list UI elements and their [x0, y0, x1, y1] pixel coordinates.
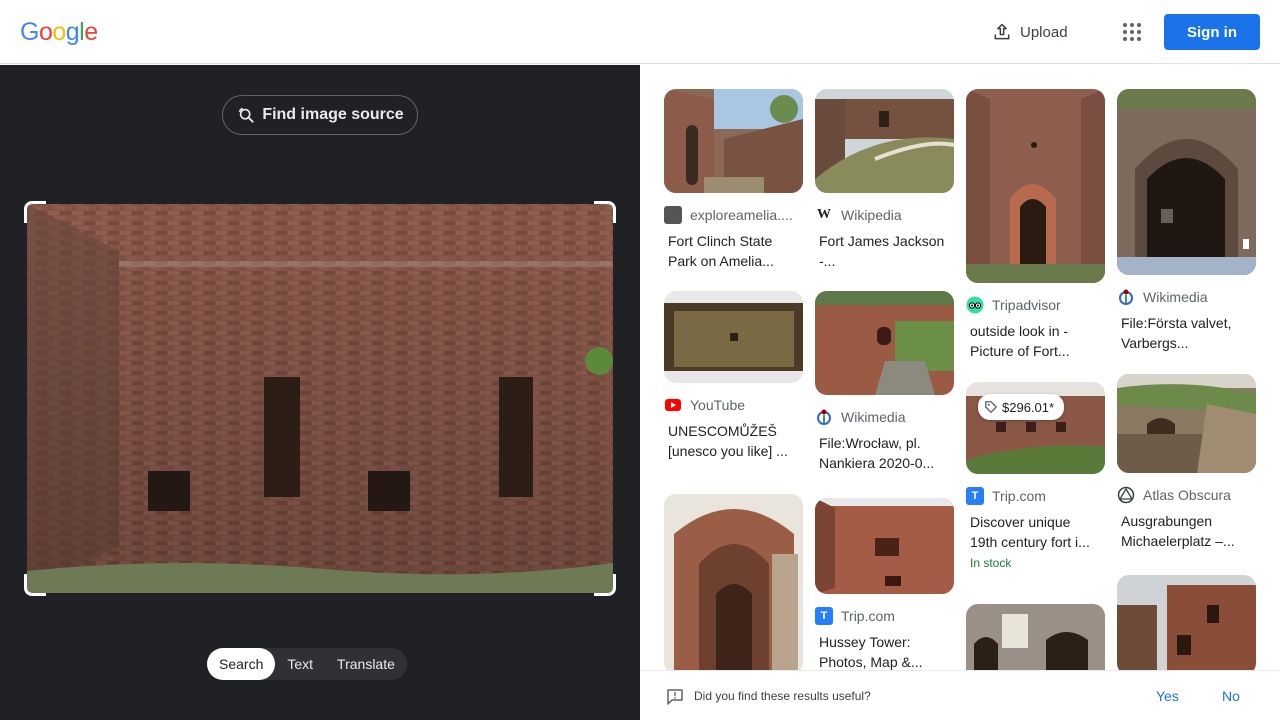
top-bar: Google Upload Sign in: [0, 0, 1280, 64]
result-card[interactable]: exploreamelia.... Fort Clinch State Park…: [664, 89, 803, 271]
youtube-favicon: [665, 399, 681, 411]
result-title: outside look in - Picture of Fort...: [970, 323, 1070, 359]
result-title: File:Wrocław, pl. Nankiera 2020-0...: [819, 435, 935, 471]
price-tag: $296.01*: [978, 394, 1065, 420]
wikipedia-favicon: W: [817, 207, 831, 222]
price-value: $296.01*: [1002, 399, 1055, 415]
stock-status: In stock: [970, 556, 1012, 570]
result-thumbnail: [664, 291, 803, 383]
upload-icon: [994, 23, 1010, 40]
result-thumbnail: [664, 89, 803, 193]
result-card[interactable]: Atlas Obscura Ausgrabungen Michaelerplat…: [1117, 374, 1256, 551]
logo-letter: o: [52, 18, 66, 46]
result-thumbnail: [815, 498, 954, 594]
result-thumbnail: [966, 604, 1105, 670]
result-source: YouTube: [664, 395, 803, 415]
wikimedia-favicon: [1119, 289, 1133, 305]
find-image-source-label: Find image source: [262, 106, 404, 123]
feedback-bar: Did you find these results useful? Yes N…: [640, 670, 1280, 720]
result-card[interactable]: T Trip.com Hussey Tower: Photos, Map &..…: [815, 498, 954, 670]
query-image: [27, 204, 613, 593]
logo-letter: g: [65, 18, 80, 46]
result-card[interactable]: Wikimedia File:Första valvet, Varbergs..…: [1117, 89, 1256, 353]
sign-in-button[interactable]: Sign in: [1164, 14, 1260, 50]
result-source: W Wikipedia: [815, 205, 954, 225]
feedback-icon: [667, 689, 683, 705]
result-title: File:Första valvet, Varbergs...: [1121, 315, 1232, 351]
feedback-no-button[interactable]: No: [1222, 688, 1240, 704]
upload-button[interactable]: Upload: [992, 20, 1068, 44]
result-title: Hussey Tower: Photos, Map &...: [819, 634, 923, 670]
result-source: Atlas Obscura: [1117, 485, 1256, 505]
result-title: Ausgrabungen Michaelerplatz –...: [1121, 513, 1235, 549]
result-source-name: Wikimedia: [1143, 289, 1208, 305]
result-card[interactable]: YouTube UNESCOMŮŽEŠ [unesco you like] ..…: [664, 291, 803, 461]
crop-handle-top-left[interactable]: [24, 201, 46, 223]
tab-text[interactable]: Text: [275, 648, 325, 680]
result-source-name: Tripadvisor: [992, 297, 1061, 313]
result-title: Discover unique 19th century fort i...: [970, 514, 1090, 550]
feedback-question: Did you find these results useful?: [694, 689, 871, 703]
result-source: T Trip.com: [966, 486, 1105, 506]
exploreamelia-favicon: [664, 206, 682, 224]
logo-letter: o: [38, 18, 53, 46]
upload-label: Upload: [1020, 23, 1068, 41]
result-thumbnail: [815, 89, 954, 193]
tab-search[interactable]: Search: [207, 648, 276, 680]
crop-handle-top-right[interactable]: [594, 201, 616, 223]
google-logo[interactable]: Google: [20, 18, 98, 47]
result-source-name: Atlas Obscura: [1143, 487, 1231, 503]
result-thumbnail: [1117, 575, 1256, 670]
result-source-name: Trip.com: [992, 488, 1046, 504]
result-source-name: exploreamelia....: [690, 207, 793, 223]
result-title: UNESCOMŮŽEŠ [unesco you like] ...: [668, 423, 788, 459]
result-card[interactable]: Tripadvisor outside look in - Picture of…: [966, 89, 1105, 361]
atlas-obscura-favicon: [1117, 486, 1135, 504]
tripcom-favicon: T: [966, 487, 984, 505]
tag-icon: [985, 401, 997, 413]
tripcom-favicon: T: [815, 607, 833, 625]
result-thumbnail: [966, 89, 1105, 283]
result-thumbnail: [815, 291, 954, 395]
result-card[interactable]: W Wikipedia Fort James Jackson -...: [815, 89, 954, 271]
query-image-frame[interactable]: [24, 201, 616, 596]
crop-handle-bottom-right[interactable]: [594, 574, 616, 596]
result-source-name: Trip.com: [841, 608, 895, 624]
result-source-name: YouTube: [690, 397, 746, 413]
result-card[interactable]: [966, 604, 1105, 670]
result-source: Tripadvisor: [966, 295, 1105, 315]
result-source: Wikimedia: [815, 407, 954, 427]
result-source-name: Wikimedia: [841, 409, 906, 425]
result-source-name: Wikipedia: [841, 207, 902, 223]
lens-panel: Find image source Search Text Translate: [0, 65, 640, 720]
find-image-source-button[interactable]: Find image source: [222, 95, 418, 135]
apps-grid-icon[interactable]: [1120, 20, 1144, 44]
result-thumbnail: [664, 494, 803, 670]
feedback-yes-button[interactable]: Yes: [1156, 688, 1179, 704]
lens-search-icon: [238, 107, 254, 123]
result-source: exploreamelia....: [664, 205, 803, 225]
result-card[interactable]: [1117, 575, 1256, 670]
logo-letter: G: [20, 18, 39, 46]
result-card[interactable]: Wikimedia File:Wrocław, pl. Nankiera 202…: [815, 291, 954, 473]
result-thumbnail: [1117, 89, 1256, 275]
result-card[interactable]: $296.01* T Trip.com Discover unique 19th…: [966, 382, 1105, 570]
tab-translate[interactable]: Translate: [325, 648, 407, 680]
crop-handle-bottom-left[interactable]: [24, 574, 46, 596]
result-card[interactable]: [664, 494, 803, 670]
logo-letter: e: [84, 18, 98, 46]
lens-mode-tabs: Search Text Translate: [207, 648, 407, 680]
result-thumbnail: [1117, 374, 1256, 473]
wikimedia-favicon: [817, 409, 831, 425]
visual-matches: exploreamelia.... Fort Clinch State Park…: [640, 65, 1280, 670]
result-source: T Trip.com: [815, 606, 954, 626]
tripadvisor-favicon: [966, 296, 984, 314]
result-title: Fort James Jackson -...: [819, 233, 945, 269]
result-source: Wikimedia: [1117, 287, 1256, 307]
result-title: Fort Clinch State Park on Amelia...: [668, 233, 774, 269]
